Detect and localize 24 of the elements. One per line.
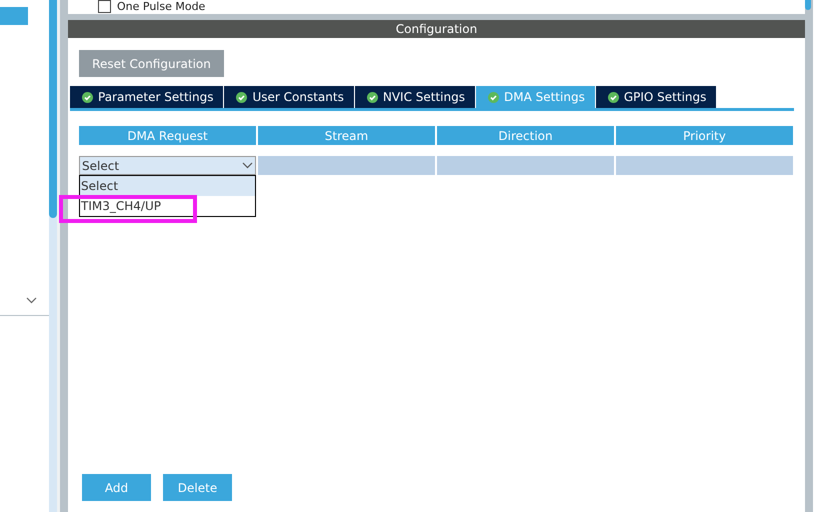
checkbox[interactable]	[98, 0, 111, 13]
column-header: Direction	[437, 126, 614, 145]
scrollbar-thumb[interactable]	[805, 0, 811, 10]
dropdown-option[interactable]: Select	[80, 176, 255, 196]
column-header: Priority	[616, 126, 793, 145]
column-header: Stream	[258, 126, 435, 145]
check-icon	[608, 92, 619, 102]
check-icon	[82, 92, 93, 102]
chevron-down-icon	[26, 296, 37, 304]
sidebar-item[interactable]	[0, 7, 28, 25]
check-icon	[366, 92, 378, 102]
chevron-down-icon	[242, 162, 253, 169]
section-header: Configuration	[68, 20, 805, 38]
tab[interactable]: Parameter Settings	[70, 86, 224, 108]
select-field[interactable]: Select	[79, 156, 256, 175]
column-header: DMA Request	[79, 126, 256, 145]
check-icon	[236, 92, 248, 102]
tab[interactable]: NVIC Settings	[354, 86, 476, 108]
tab[interactable]: GPIO Settings	[596, 86, 718, 108]
splitter-bar[interactable]	[60, 0, 68, 512]
check-icon	[488, 92, 499, 102]
checkbox-label: One Pulse Mode	[117, 0, 206, 13]
scrollbar-thumb[interactable]	[49, 0, 57, 218]
tab[interactable]: User Constants	[224, 86, 355, 108]
